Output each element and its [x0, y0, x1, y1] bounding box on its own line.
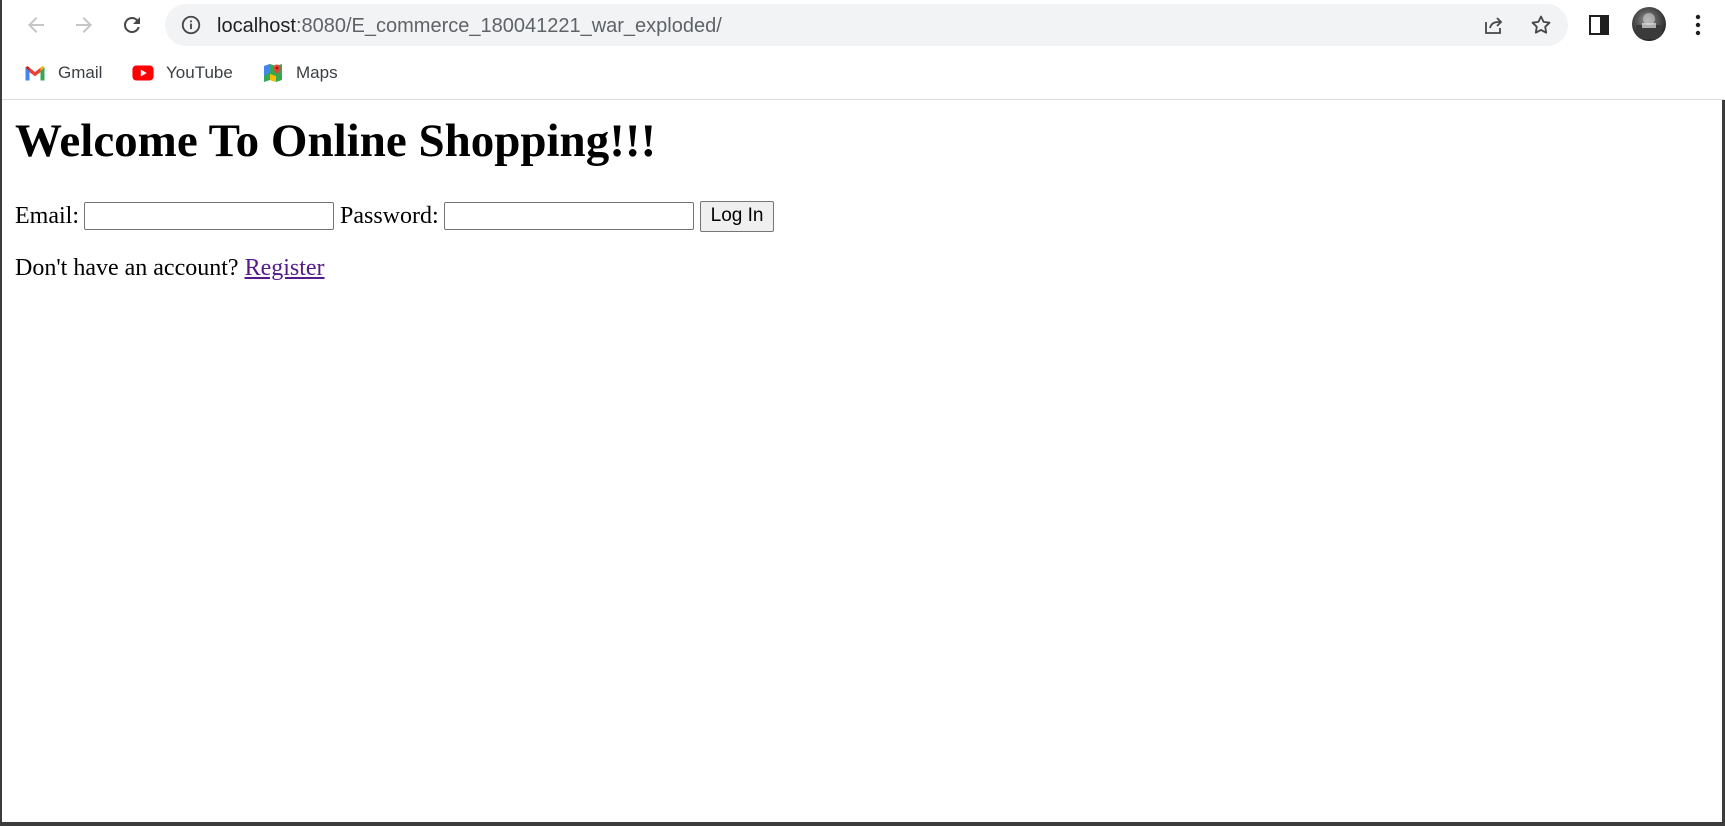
back-button[interactable] — [18, 7, 54, 43]
browser-toolbar: localhost:8080/E_commerce_180041221_war_… — [2, 0, 1725, 50]
login-form: Email: Password: Log In — [15, 199, 775, 233]
password-field[interactable] — [443, 202, 694, 230]
bookmark-gmail[interactable]: Gmail — [24, 55, 102, 91]
email-label: Email: — [15, 202, 79, 229]
address-bar[interactable]: localhost:8080/E_commerce_180041221_war_… — [165, 4, 1568, 46]
bookmark-youtube[interactable]: YouTube — [132, 55, 233, 91]
password-label: Password: — [339, 202, 439, 229]
url-text[interactable]: localhost:8080/E_commerce_180041221_war_… — [217, 16, 722, 36]
reload-button[interactable] — [114, 7, 150, 43]
register-prompt-row: Don't have an account? Register — [15, 253, 325, 283]
url-path: :8080/E_commerce_180041221_war_exploded/ — [295, 15, 722, 37]
side-panel-icon — [1589, 15, 1609, 35]
profile-avatar[interactable] — [1632, 7, 1666, 41]
maps-icon — [262, 62, 284, 84]
side-panel-button[interactable] — [1585, 11, 1613, 39]
bookmark-label: Gmail — [58, 63, 103, 82]
chrome-menu-button[interactable] — [1684, 10, 1712, 40]
arrow-left-icon — [28, 17, 44, 33]
page-title: Welcome To Online Shopping!!! — [15, 115, 657, 167]
browser-chrome: localhost:8080/E_commerce_180041221_war_… — [2, 0, 1725, 100]
url-host: localhost — [217, 15, 296, 37]
bookmark-maps[interactable]: Maps — [262, 55, 338, 91]
page-content: Welcome To Online Shopping!!! Email: Pas… — [2, 100, 1722, 822]
site-info-icon[interactable] — [179, 13, 203, 37]
bookmark-label: YouTube — [166, 63, 233, 82]
bookmarks-bar: Gmail YouTube Maps — [2, 55, 1725, 91]
browser-window: localhost:8080/E_commerce_180041221_war_… — [0, 0, 1725, 826]
register-link[interactable]: Register — [245, 255, 325, 281]
bookmark-label: Maps — [296, 63, 338, 82]
email-field[interactable] — [83, 202, 334, 230]
register-prompt-text: Don't have an account? — [15, 255, 239, 281]
youtube-icon — [132, 62, 154, 84]
arrow-right-icon — [76, 17, 92, 33]
login-button[interactable]: Log In — [699, 200, 775, 232]
gmail-icon — [24, 62, 46, 84]
more-vertical-icon — [1695, 14, 1701, 36]
share-icon[interactable] — [1481, 13, 1505, 37]
reload-icon — [124, 17, 140, 33]
bookmark-star-icon[interactable] — [1529, 13, 1553, 37]
forward-button[interactable] — [66, 7, 102, 43]
